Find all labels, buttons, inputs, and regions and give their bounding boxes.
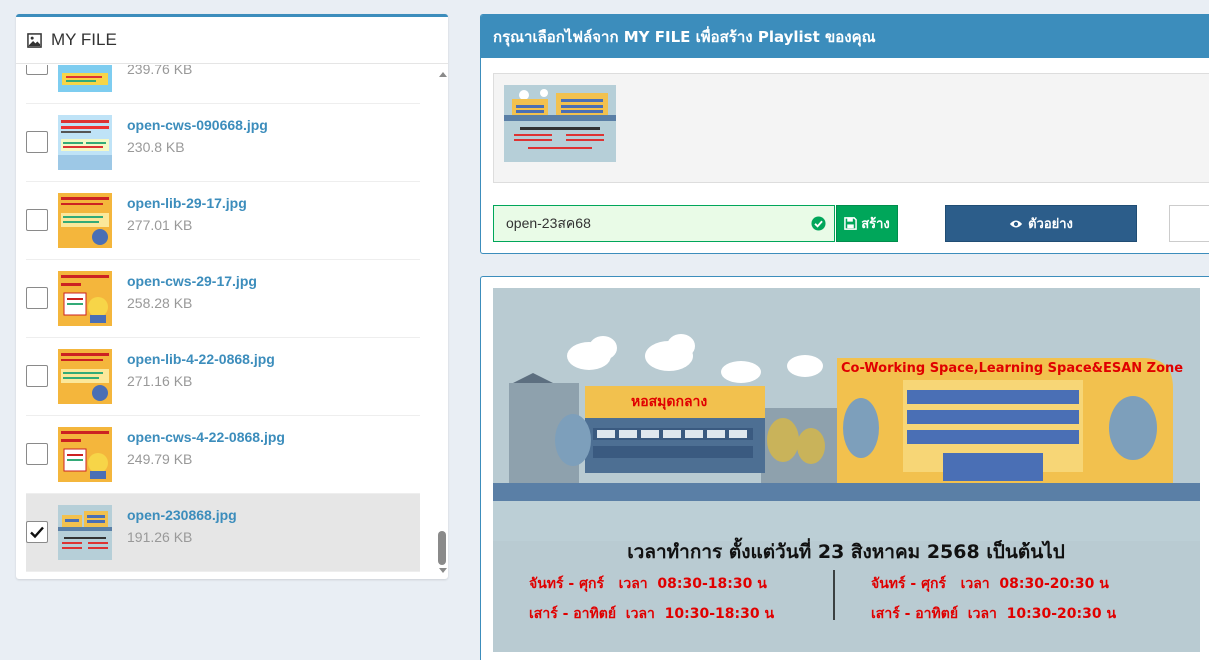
playlist-header: กรุณาเลือกไฟล์จาก MY FILE เพื่อสร้าง Pla…: [481, 15, 1209, 58]
preview-button[interactable]: ตัวอย่าง: [945, 205, 1137, 242]
save-icon: [844, 217, 858, 230]
scroll-down-arrow-icon[interactable]: [439, 568, 447, 573]
file-thumbnail: [58, 65, 112, 92]
file-item[interactable]: open-cws-4-22-0868.jpg 249.79 KB: [26, 416, 420, 494]
file-item[interactable]: open-cws-29-17.jpg 258.28 KB: [26, 260, 420, 338]
poster-image: Co-Working Space,Learning Space&ESAN Zon…: [493, 288, 1200, 652]
file-item[interactable]: 239.76 KB: [26, 65, 420, 104]
file-name[interactable]: open-lib-4-22-0868.jpg: [127, 351, 275, 367]
file-checkbox[interactable]: [26, 65, 48, 75]
eye-icon: [1009, 220, 1023, 227]
file-checkbox[interactable]: [26, 365, 48, 387]
file-thumbnail: [58, 349, 112, 404]
image-file-icon: [27, 32, 42, 48]
extra-button[interactable]: [1169, 205, 1209, 242]
file-checkbox[interactable]: [26, 209, 48, 231]
file-checkbox[interactable]: [26, 287, 48, 309]
poster-right-weekend: เสาร์ - อาทิตย์ เวลา 10:30-20:30 น: [871, 605, 1116, 622]
file-name[interactable]: open-230868.jpg: [127, 507, 237, 523]
selected-files-area: [493, 73, 1209, 183]
file-name[interactable]: open-cws-29-17.jpg: [127, 273, 257, 289]
playlist-panel: กรุณาเลือกไฟล์จาก MY FILE เพื่อสร้าง Pla…: [480, 14, 1209, 254]
file-checkbox[interactable]: [26, 131, 48, 153]
check-circle-icon: [811, 216, 826, 231]
poster-left-weekend: เสาร์ - อาทิตย์ เวลา 10:30-18:30 น: [529, 605, 774, 622]
file-size: 271.16 KB: [127, 373, 193, 389]
file-size: 258.28 KB: [127, 295, 193, 311]
poster-left-weekday: จันทร์ - ศุกร์ เวลา 08:30-18:30 น: [529, 575, 767, 592]
preview-button-label: ตัวอย่าง: [1028, 217, 1073, 232]
file-size: 191.26 KB: [127, 529, 193, 545]
checkmark-icon: [30, 526, 44, 539]
poster-right-weekday: จันทร์ - ศุกร์ เวลา 08:30-20:30 น: [871, 575, 1109, 592]
file-name[interactable]: open-lib-29-17.jpg: [127, 195, 247, 211]
poster-hours-title: เวลาทำการ ตั้งแต่วันที่ 23 สิงหาคม 2568 …: [627, 537, 1065, 563]
file-size: 277.01 KB: [127, 217, 193, 233]
my-file-title: MY FILE: [51, 30, 117, 49]
file-size: 230.8 KB: [127, 139, 185, 155]
my-file-panel: MY FILE 239.76 KB open-cws-090668.jpg 23…: [16, 14, 448, 579]
poster-zone-title: Co-Working Space,Learning Space&ESAN Zon…: [841, 361, 1183, 376]
file-thumbnail: [58, 115, 112, 170]
file-name[interactable]: open-cws-090668.jpg: [127, 117, 268, 133]
poster-library-label: หอสมุดกลาง: [631, 394, 707, 410]
file-list-scrollbar[interactable]: [436, 65, 448, 573]
selected-file-thumbnail[interactable]: [504, 85, 616, 162]
file-name[interactable]: open-cws-4-22-0868.jpg: [127, 429, 285, 445]
file-size: 239.76 KB: [127, 65, 193, 77]
create-playlist-button[interactable]: สร้าง: [836, 205, 898, 242]
scrollbar-thumb[interactable]: [438, 531, 446, 565]
my-file-header: MY FILE: [16, 17, 448, 64]
scroll-up-arrow-icon[interactable]: [439, 72, 447, 77]
file-thumbnail: [58, 505, 112, 560]
file-item[interactable]: open-cws-090668.jpg 230.8 KB: [26, 104, 420, 182]
create-button-label: สร้าง: [861, 217, 890, 232]
file-item[interactable]: open-230868.jpg 191.26 KB: [26, 494, 420, 572]
file-thumbnail: [58, 193, 112, 248]
file-checkbox[interactable]: [26, 521, 48, 543]
file-item[interactable]: open-lib-4-22-0868.jpg 271.16 KB: [26, 338, 420, 416]
file-checkbox[interactable]: [26, 443, 48, 465]
file-size: 249.79 KB: [127, 451, 193, 467]
file-list[interactable]: 239.76 KB open-cws-090668.jpg 230.8 KB o…: [26, 65, 426, 573]
file-thumbnail: [58, 271, 112, 326]
poster-preview-panel: Co-Working Space,Learning Space&ESAN Zon…: [480, 276, 1209, 660]
playlist-name-input[interactable]: [493, 205, 835, 242]
file-thumbnail: [58, 427, 112, 482]
file-item[interactable]: open-lib-29-17.jpg 277.01 KB: [26, 182, 420, 260]
